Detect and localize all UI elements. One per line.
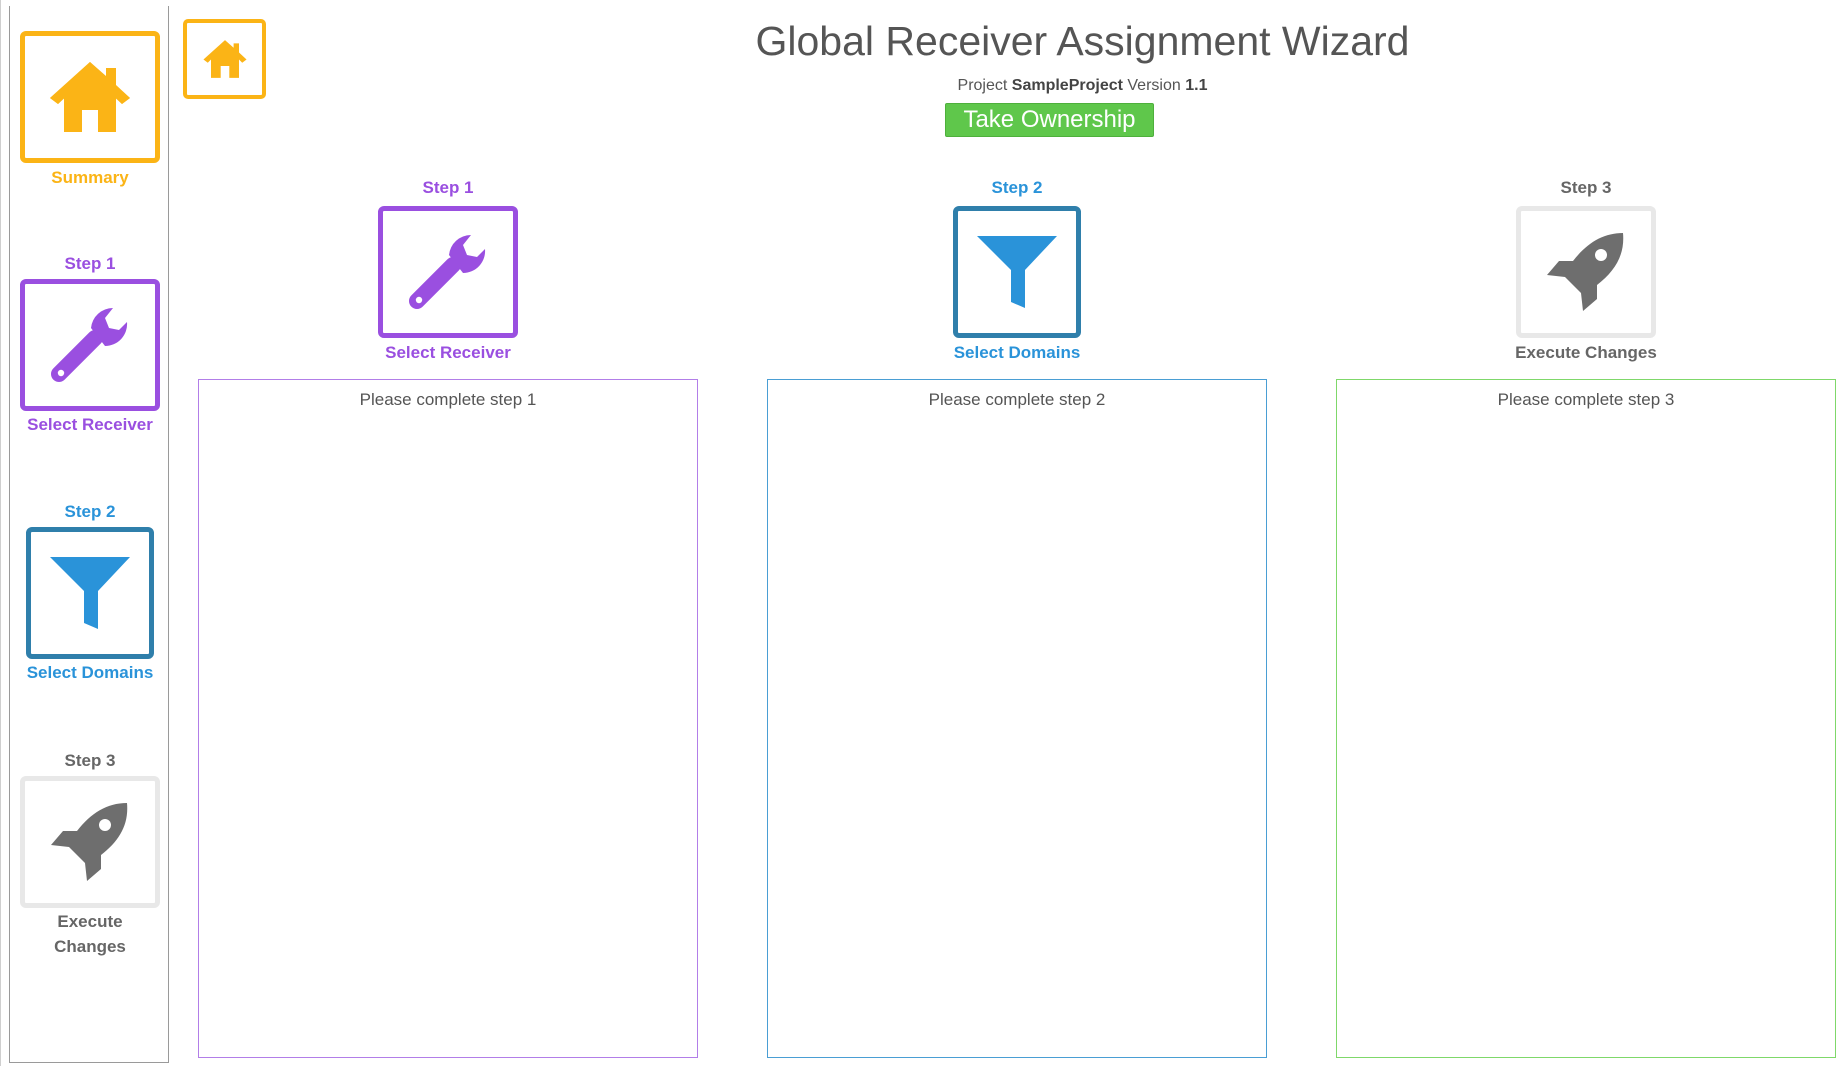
wrench-icon	[51, 307, 128, 382]
select-domains-tile[interactable]	[26, 527, 154, 659]
step-2-label: Step 2	[991, 178, 1043, 197]
step-3-column: Step 3 Execute Changes	[1336, 176, 1836, 368]
select-receiver-tile[interactable]	[20, 279, 160, 411]
step-2-column: Step 2 Select Domains	[767, 176, 1267, 368]
sidebar-item-execute-changes-label-1: Execute	[57, 912, 123, 931]
page-title: Global Receiver Assignment Wizard	[755, 18, 1410, 64]
select-receiver-step-tile[interactable]	[378, 206, 518, 338]
filter-icon	[977, 236, 1057, 308]
step-3-label: Step 3	[1560, 178, 1612, 197]
sidebar-step-3-label: Step 3	[64, 751, 116, 770]
select-domains-step-tile[interactable]	[953, 206, 1081, 338]
rocket-icon	[51, 803, 128, 881]
sidebar-item-select-domains-label: Select Domains	[26, 663, 154, 682]
project-prefix: Project	[957, 77, 1008, 94]
execute-changes-step-tile[interactable]	[1516, 206, 1656, 338]
execute-changes-tile[interactable]	[20, 776, 160, 908]
sidebar-item-execute-changes[interactable]: Step 3 Execute Changes	[10, 746, 170, 959]
step-1-panel: Please complete step 1	[198, 379, 698, 1058]
project-name: SampleProject	[1011, 77, 1123, 94]
step-1-label: Step 1	[422, 178, 474, 197]
home-icon	[202, 40, 247, 78]
select-domains-label: Select Domains	[953, 343, 1081, 362]
sidebar-step-1-label: Step 1	[64, 254, 116, 273]
select-receiver-label: Select Receiver	[385, 343, 511, 362]
wrench-icon	[409, 234, 486, 309]
project-version: 1.1	[1185, 77, 1208, 94]
window-left-edge	[0, 0, 1, 1066]
rocket-icon	[1547, 233, 1624, 311]
step-2-panel: Please complete step 2	[767, 379, 1267, 1058]
sidebar-step-2-label: Step 2	[64, 502, 116, 521]
filter-icon	[50, 557, 130, 629]
sidebar-item-select-domains[interactable]: Step 2 Select Domains	[10, 497, 170, 685]
take-ownership-button[interactable]: Take Ownership	[945, 103, 1154, 137]
execute-changes-label: Execute Changes	[1515, 343, 1657, 362]
step-3-panel: Please complete step 3	[1336, 379, 1836, 1058]
project-info: Project SampleProject Version 1.1	[800, 77, 1365, 95]
step-1-column: Step 1 Select Receiver	[198, 176, 698, 368]
step-3-panel-text: Please complete step 3	[1497, 390, 1675, 409]
home-icon	[50, 62, 130, 132]
sidebar-item-select-receiver[interactable]: Step 1 Select Receiver	[10, 249, 170, 437]
step-2-panel-text: Please complete step 2	[928, 390, 1106, 409]
home-button[interactable]	[183, 19, 266, 99]
step-1-panel-text: Please complete step 1	[359, 390, 537, 409]
sidebar: Summary Step 1 Select Receiver Step 2 Se…	[9, 6, 169, 1063]
sidebar-item-execute-changes-label-2: Changes	[54, 937, 126, 956]
version-prefix: Version	[1127, 77, 1181, 94]
sidebar-item-summary[interactable]: Summary	[10, 31, 170, 190]
sidebar-item-select-receiver-label: Select Receiver	[27, 415, 153, 434]
sidebar-item-summary-label: Summary	[51, 168, 129, 187]
summary-tile[interactable]	[20, 31, 160, 163]
